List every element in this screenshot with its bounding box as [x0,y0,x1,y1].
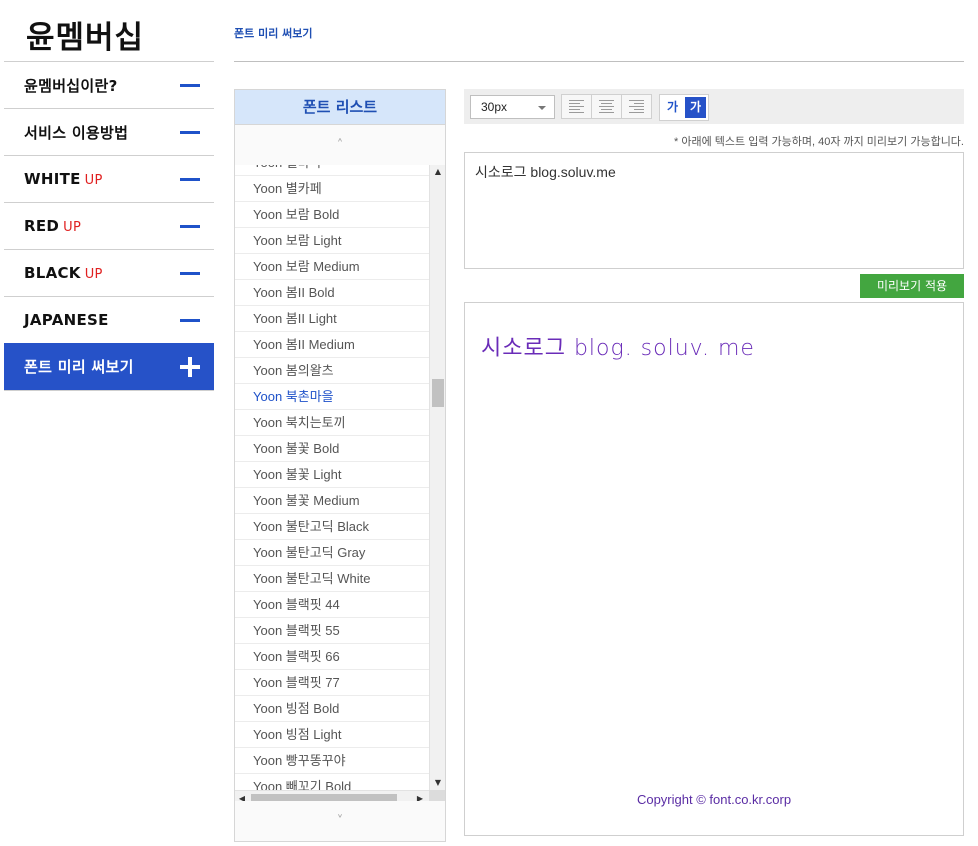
sidebar-item-japanese[interactable]: JAPANESE [4,296,214,343]
font-list-item[interactable]: Yoon 봄II Light [235,306,430,332]
sidebar-item-font-preview[interactable]: 폰트 미리 써보기 [4,343,214,391]
sidebar-item-text: 서비스 이용방법 [24,123,129,142]
sidebar-item-howto[interactable]: 서비스 이용방법 [4,108,214,155]
scroll-down-arrow-icon[interactable]: ▼ [430,776,445,790]
header-divider [234,61,964,62]
page-up-button[interactable]: ˄ [235,125,445,165]
preview-toolbar: 30px 가 가 [464,89,964,124]
font-list-item[interactable]: Yoon 블랙핏 77 [235,670,430,696]
font-size-select[interactable]: 30px [470,95,555,119]
copyright-text: Copyright © font.co.kr.corp [636,792,792,807]
font-list-item[interactable]: Yoon 불꽃 Medium [235,488,430,514]
collapse-icon [180,83,200,87]
collapse-icon [180,224,200,228]
align-center-button[interactable] [591,94,622,119]
sidebar-item-label: 서비스 이용방법 [24,122,128,143]
weight-normal-button[interactable]: 가 [662,97,683,118]
align-left-button[interactable] [561,94,592,119]
up-badge: UP [84,173,103,188]
font-list-item[interactable]: Yoon 빙점 Light [235,722,430,748]
sidebar-nav: 윤멤버십이란? 서비스 이용방법 WHITE UP RED UP BLACK UP J… [4,61,214,391]
preview-text: 시소로그 blog. soluv. me [481,336,755,361]
sidebar-item-text: 폰트 미리 써보기 [24,358,134,376]
font-list-item[interactable]: Yoon 보람 Light [235,228,430,254]
preview-text-input[interactable]: 시소로그 blog.soluv.me [464,152,964,269]
up-badge: UP [84,267,103,282]
collapse-icon [180,177,200,181]
sidebar-item-white[interactable]: WHITE UP [4,155,214,202]
font-list-item[interactable]: Yoon 빙점 Bold [235,696,430,722]
sidebar-item-text: JAPANESE [24,311,109,329]
vertical-scroll-thumb[interactable] [432,379,444,407]
site-logo[interactable]: 윤멤버십 [26,12,144,57]
font-list-title: 폰트 리스트 [235,90,445,125]
font-list-item[interactable]: Yoon 북치는토끼 [235,410,430,436]
font-list-item[interactable]: Yoon 봄의왈츠 [235,358,430,384]
font-list-item[interactable]: Yoon 불탄고딕 Black [235,514,430,540]
apply-preview-button[interactable]: 미리보기 적용 [860,274,964,298]
font-list-item[interactable]: Yoon 블랙핏 66 [235,644,430,670]
align-right-button[interactable] [621,94,652,119]
sidebar-item-label: 윤멤버십이란? [24,75,118,96]
sidebar-item-label: 폰트 미리 써보기 [24,356,134,377]
font-list-items: Yoon 별바다Yoon 별카페Yoon 보람 BoldYoon 보람 Ligh… [235,165,430,800]
font-list-item[interactable]: Yoon 봄II Medium [235,332,430,358]
font-size-value: 30px [481,100,508,114]
font-list-item[interactable]: Yoon 북촌마을 [235,384,430,410]
font-list-item[interactable]: Yoon 불꽃 Bold [235,436,430,462]
collapse-icon [180,271,200,275]
font-list-item[interactable]: Yoon 별카페 [235,176,430,202]
font-list-panel: 폰트 리스트 ˄ Yoon 별바다Yoon 별카페Yoon 보람 BoldYoo… [234,89,446,842]
up-badge: UP [63,220,82,235]
font-list-item[interactable]: Yoon 별바다 [235,165,430,176]
vertical-scrollbar[interactable]: ▲ ▼ [429,165,445,790]
expand-icon [180,356,200,377]
weight-bold-button[interactable]: 가 [685,97,706,118]
chevron-down-double-icon: ˅ [336,813,344,829]
align-button-group [561,94,652,119]
breadcrumb: 폰트 미리 써보기 [234,27,313,40]
font-list-item[interactable]: Yoon 빵꾸똥꾸야 [235,748,430,774]
font-list-item[interactable]: Yoon 블랙핏 44 [235,592,430,618]
font-list-item[interactable]: Yoon 불꽃 Light [235,462,430,488]
sidebar-item-red[interactable]: RED UP [4,202,214,249]
sidebar-item-label: RED UP [24,217,81,235]
font-list-item[interactable]: Yoon 봄II Bold [235,280,430,306]
collapse-icon [180,318,200,322]
dropdown-caret-icon [538,106,546,110]
font-list-item[interactable]: Yoon 보람 Medium [235,254,430,280]
sidebar-item-text: 윤멤버십이란? [24,76,118,95]
sidebar-item-text: BLACK [24,264,81,282]
font-list-item[interactable]: Yoon 블랙핏 55 [235,618,430,644]
sidebar-item-label: WHITE UP [24,170,103,188]
collapse-icon [180,130,200,134]
sidebar-item-black[interactable]: BLACK UP [4,249,214,296]
font-list-item[interactable]: Yoon 불탄고딕 Gray [235,540,430,566]
sidebar-item-label: JAPANESE [24,311,109,329]
font-list-item[interactable]: Yoon 보람 Bold [235,202,430,228]
chevron-up-double-icon: ˄ [336,137,344,153]
page-down-button[interactable]: ˅ [235,801,445,841]
sidebar-item-label: BLACK UP [24,264,103,282]
preview-area: 시소로그 blog. soluv. me Copyright © font.co… [464,302,964,836]
font-list-item[interactable]: Yoon 불탄고딕 White [235,566,430,592]
input-hint: * 아래에 텍스트 입력 가능하며, 40자 까지 미리보기 가능합니다. [674,136,964,148]
font-weight-group: 가 가 [659,94,709,121]
font-list-scroll-area[interactable]: Yoon 별바다Yoon 별카페Yoon 보람 BoldYoon 보람 Ligh… [235,165,445,806]
sidebar-item-text: RED [24,217,60,235]
sidebar-item-about[interactable]: 윤멤버십이란? [4,61,214,108]
sidebar-item-text: WHITE [24,170,81,188]
scroll-up-arrow-icon[interactable]: ▲ [430,165,445,179]
